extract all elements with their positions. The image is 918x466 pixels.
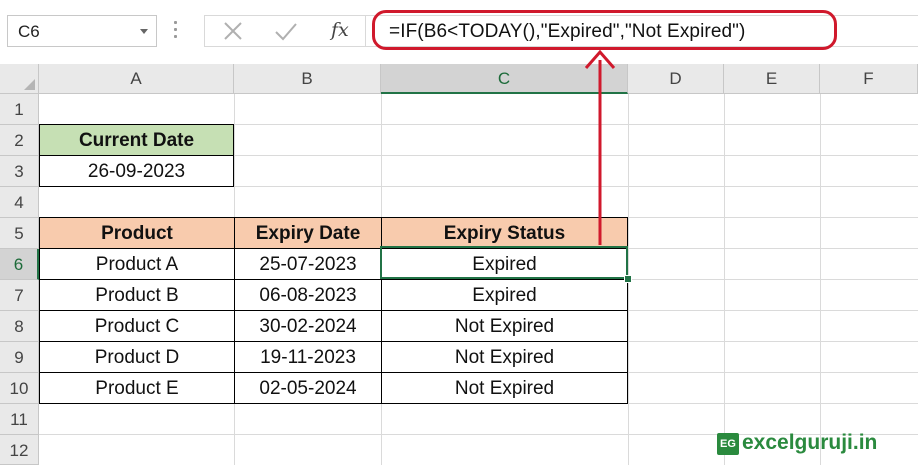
column-header-e[interactable]: E xyxy=(724,64,820,94)
row-header-4[interactable]: 4 xyxy=(0,187,39,218)
expiry-date-cell[interactable]: 19-11-2023 xyxy=(234,341,382,373)
chevron-down-icon[interactable] xyxy=(140,29,148,34)
row-header-11[interactable]: 11 xyxy=(0,404,39,435)
product-cell[interactable]: Product A xyxy=(39,248,235,280)
expiry-status-cell[interactable]: Expired xyxy=(381,279,628,311)
row-header-9[interactable]: 9 xyxy=(0,342,39,373)
row-header-7[interactable]: 7 xyxy=(0,280,39,311)
column-header-d[interactable]: D xyxy=(628,64,724,94)
product-cell[interactable]: Product C xyxy=(39,310,235,342)
select-all-corner[interactable] xyxy=(0,64,39,94)
formula-text: =IF(B6<TODAY(),"Expired","Not Expired") xyxy=(389,21,746,42)
column-header-a[interactable]: A xyxy=(39,64,234,94)
cancel-icon[interactable] xyxy=(221,16,245,46)
row-header-5[interactable]: 5 xyxy=(0,218,39,249)
row-header-2[interactable]: 2 xyxy=(0,125,39,156)
expiry-date-cell[interactable]: 30-02-2024 xyxy=(234,310,382,342)
current-date-label-cell[interactable]: Current Date xyxy=(39,124,234,156)
expiry-status-cell[interactable]: Not Expired xyxy=(381,341,628,373)
row-header-12[interactable]: 12 xyxy=(0,435,39,465)
insert-function-icon[interactable]: fx xyxy=(331,19,349,41)
drag-handle-icon[interactable] xyxy=(174,21,178,41)
header-expiry-date-cell[interactable]: Expiry Date xyxy=(234,217,382,249)
column-header-c[interactable]: C xyxy=(381,64,628,94)
product-cell[interactable]: Product D xyxy=(39,341,235,373)
product-cell[interactable]: Product B xyxy=(39,279,235,311)
row-header-8[interactable]: 8 xyxy=(0,311,39,342)
current-date-value-cell[interactable]: 26-09-2023 xyxy=(39,155,234,187)
name-box-value: C6 xyxy=(18,22,40,41)
column-header-b[interactable]: B xyxy=(234,64,381,94)
expiry-date-cell[interactable]: 25-07-2023 xyxy=(234,248,382,280)
name-box[interactable]: C6 xyxy=(7,15,157,47)
formula-bar-area: C6 fx =IF(B6<TODAY(),"Expired","Not Expi… xyxy=(0,0,918,64)
row-header-1[interactable]: 1 xyxy=(0,94,39,125)
product-cell[interactable]: Product E xyxy=(39,372,235,404)
expiry-date-cell[interactable]: 06-08-2023 xyxy=(234,279,382,311)
row-header-3[interactable]: 3 xyxy=(0,156,39,187)
expiry-status-cell[interactable]: Not Expired xyxy=(381,310,628,342)
header-product-cell[interactable]: Product xyxy=(39,217,235,249)
expiry-date-cell[interactable]: 02-05-2024 xyxy=(234,372,382,404)
row-header-10[interactable]: 10 xyxy=(0,373,39,404)
watermark-text: excelguruji.in xyxy=(742,431,878,454)
checkmark-icon[interactable] xyxy=(273,16,299,46)
formula-buttons: fx xyxy=(204,15,366,47)
expiry-status-cell[interactable]: Expired xyxy=(381,248,628,280)
header-expiry-status-cell[interactable]: Expiry Status xyxy=(381,217,628,249)
fill-handle[interactable] xyxy=(624,275,632,283)
column-header-f[interactable]: F xyxy=(820,64,918,94)
row-header-6[interactable]: 6 xyxy=(0,249,39,280)
expiry-status-cell[interactable]: Not Expired xyxy=(381,372,628,404)
brand-logo: EG xyxy=(717,433,739,455)
